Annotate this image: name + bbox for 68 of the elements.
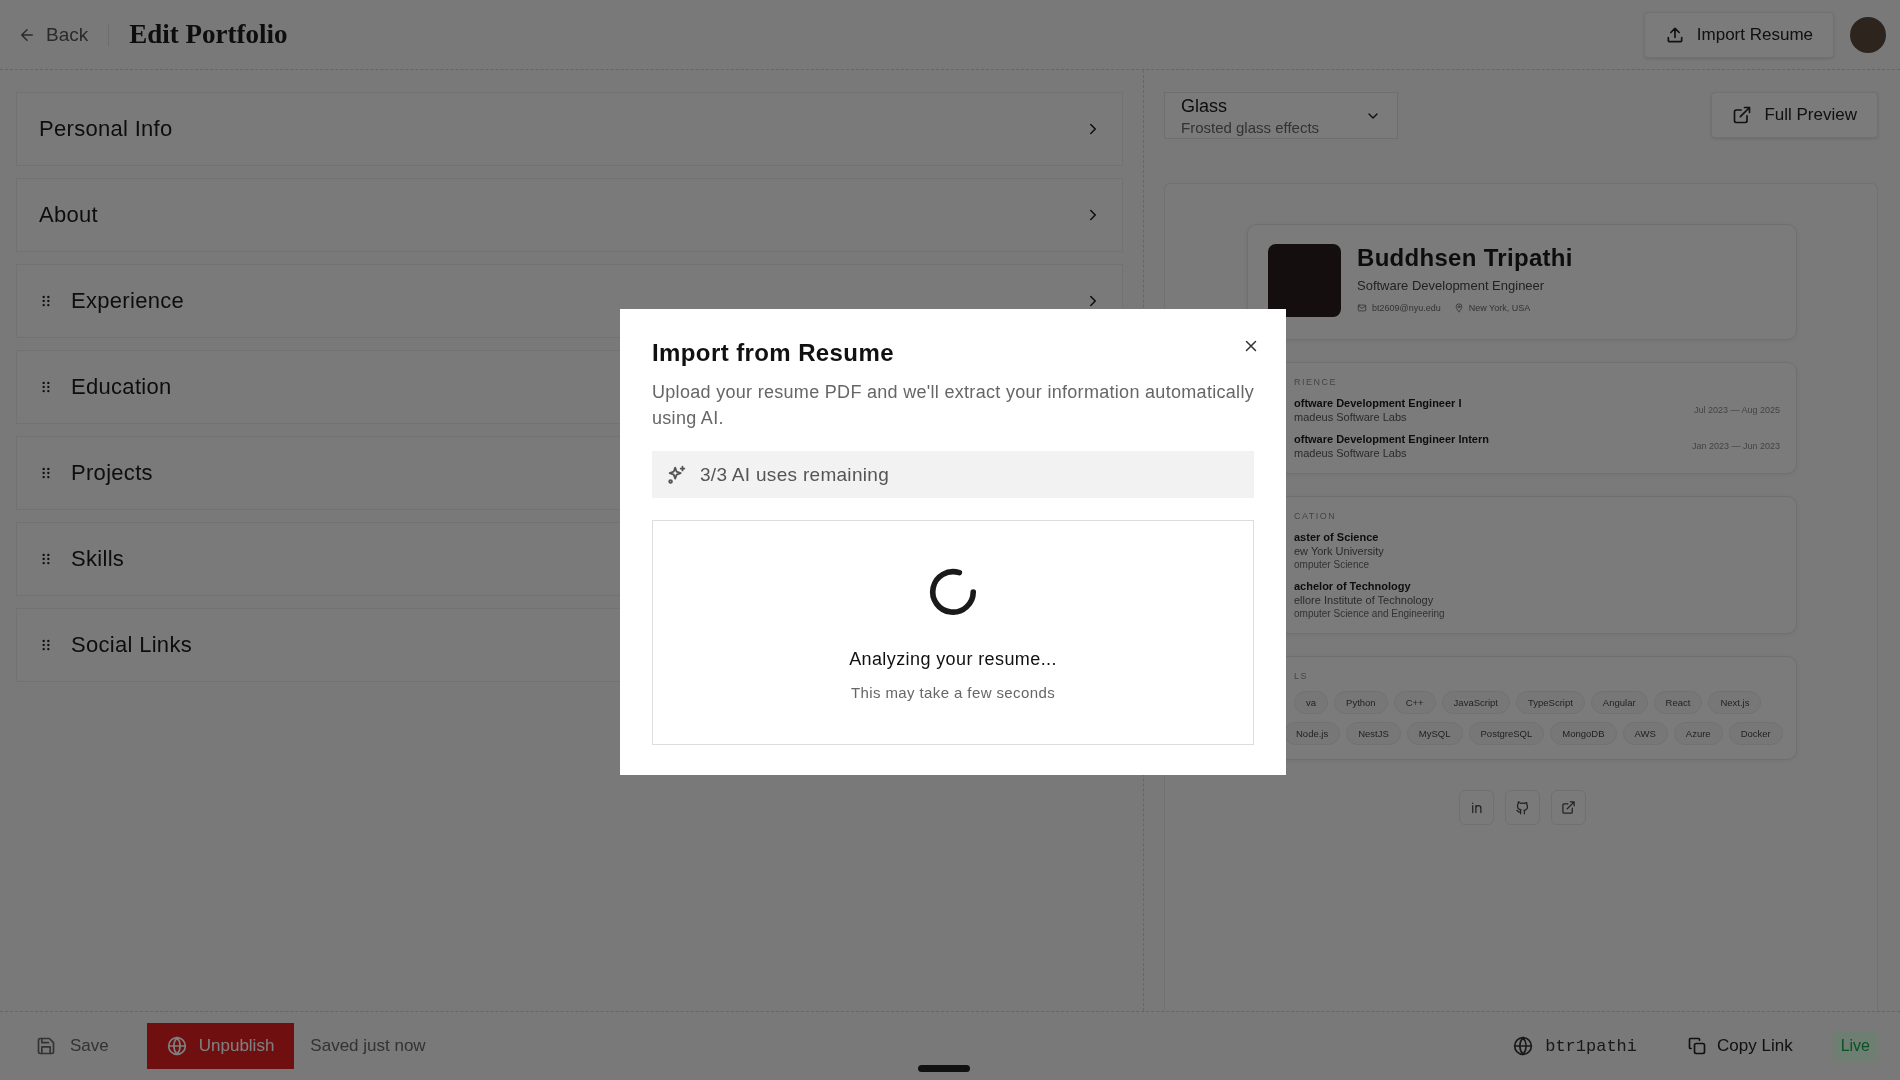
skill-tag: NestJS <box>1346 722 1401 745</box>
import-resume-button[interactable]: Import Resume <box>1643 11 1834 58</box>
skill-tag: JavaScript <box>1441 691 1510 714</box>
field-of-study: omputer Science and Engineering <box>1294 608 1446 619</box>
ai-uses-text: 3/3 AI uses remaining <box>700 463 890 486</box>
copy-icon <box>1687 1036 1708 1056</box>
profile-name: Buddhsen Tripathi <box>1357 244 1573 272</box>
analyzing-text: Analyzing your resume... <box>849 648 1057 670</box>
theme-select[interactable]: Glass Frosted glass effects <box>1164 92 1398 139</box>
section-label: Education <box>71 374 172 400</box>
section-label: Social Links <box>71 632 192 658</box>
save-icon <box>36 1036 56 1056</box>
company-name: madeus Software Labs <box>1294 447 1408 459</box>
section-label: Experience <box>71 288 185 314</box>
skill-tag: Angular <box>1590 691 1648 714</box>
job-title: oftware Development Engineer Intern <box>1294 433 1490 445</box>
save-button[interactable]: Save <box>36 1036 109 1056</box>
full-preview-button[interactable]: Full Preview <box>1711 92 1878 138</box>
username: btr1pathi <box>1545 1036 1638 1056</box>
github-button[interactable] <box>1504 790 1540 825</box>
sparkles-icon <box>666 463 688 486</box>
skill-tag: C++ <box>1393 691 1436 714</box>
skill-tag: Next.js <box>1708 691 1762 714</box>
company-name: madeus Software Labs <box>1294 411 1408 423</box>
map-pin-icon <box>1453 303 1464 313</box>
degree-name: aster of Science <box>1294 531 1380 543</box>
external-link-icon <box>1560 800 1576 815</box>
job-title: oftware Development Engineer I <box>1294 397 1463 409</box>
field-of-study: omputer Science <box>1294 559 1371 570</box>
external-link-button[interactable] <box>1550 790 1586 825</box>
skill-tag: PostgreSQL <box>1468 722 1545 745</box>
drag-handle[interactable] <box>918 1065 970 1072</box>
linkedin-button[interactable] <box>1458 790 1494 825</box>
external-link-icon <box>1732 105 1753 125</box>
section-label: Projects <box>71 460 153 486</box>
section-row[interactable]: Personal Info <box>16 92 1123 166</box>
live-badge: Live <box>1832 1031 1878 1061</box>
skill-tag: TypeScript <box>1515 691 1585 714</box>
skill-tag: Azure <box>1673 722 1723 745</box>
unpublish-button[interactable]: Unpublish <box>146 1023 295 1069</box>
hint-text: This may take a few seconds <box>850 683 1056 701</box>
globe-icon <box>166 1036 187 1056</box>
skill-tag: Python <box>1334 691 1388 714</box>
degree-name: achelor of Technology <box>1294 580 1412 592</box>
mail-icon <box>1357 303 1367 313</box>
skill-tag: va <box>1294 691 1329 714</box>
skill-tag: MongoDB <box>1550 722 1617 745</box>
avatar[interactable] <box>1850 16 1886 53</box>
section-label: Personal Info <box>39 116 173 142</box>
github-icon <box>1514 800 1530 815</box>
save-status: Saved just now <box>310 1036 426 1056</box>
skill-tag: Docker <box>1728 722 1783 745</box>
profile-email: bt2609@nyu.edu <box>1372 303 1441 313</box>
section-label: About <box>39 202 98 228</box>
school-name: ew York University <box>1294 545 1385 557</box>
section-row[interactable]: About <box>16 178 1123 252</box>
profile-location: New York, USA <box>1468 303 1531 313</box>
skill-tag: AWS <box>1622 722 1668 745</box>
page-title: Edit Portfolio <box>129 19 288 50</box>
back-button[interactable]: Back <box>18 23 110 46</box>
skill-tag: React <box>1653 691 1703 714</box>
section-label: Skills <box>71 546 125 572</box>
profile-role: Software Development Engineer <box>1357 278 1546 293</box>
skill-tag: Node.js <box>1284 722 1341 745</box>
globe-icon <box>1513 1036 1534 1056</box>
copy-link-button[interactable]: Copy Link <box>1687 1036 1793 1056</box>
school-name: ellore Institute of Technology <box>1294 594 1435 606</box>
skill-tag: MySQL <box>1406 722 1463 745</box>
